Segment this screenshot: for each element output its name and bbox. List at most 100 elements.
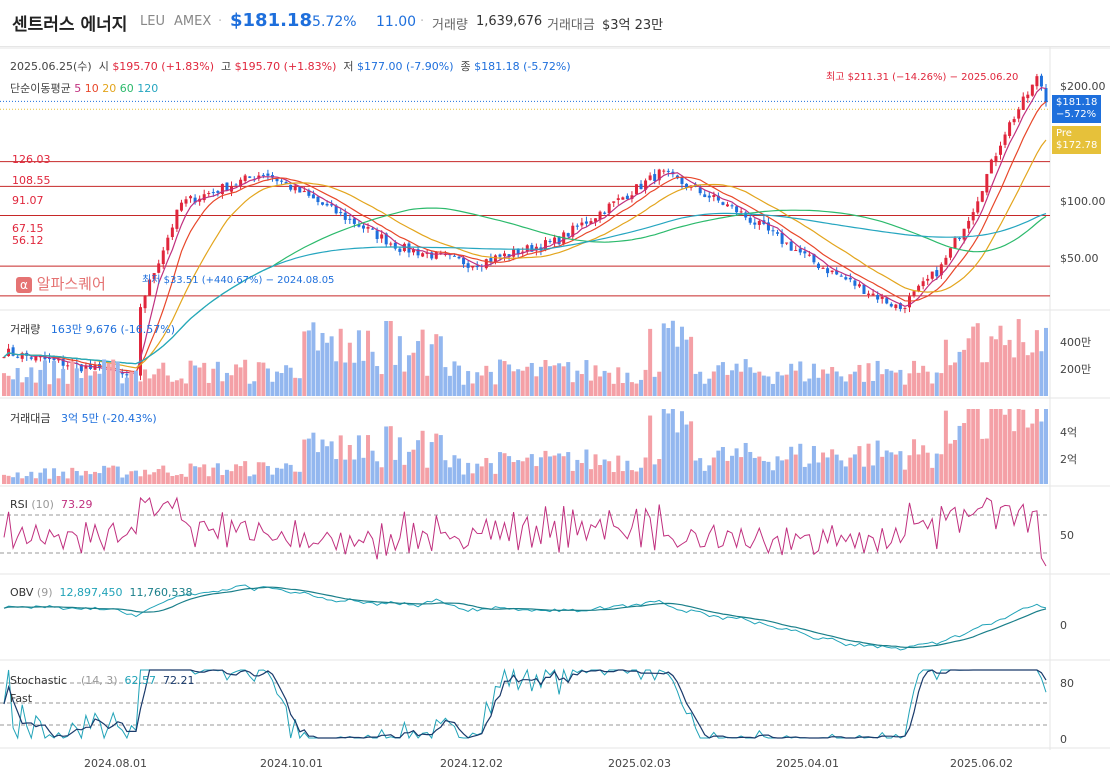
amount-bar <box>752 457 757 484</box>
volume-bar <box>543 359 548 396</box>
volume-bar <box>657 371 662 396</box>
stoch-k-value: 62.57 <box>124 674 157 687</box>
candle-body <box>853 280 857 286</box>
volume-bar <box>993 339 998 396</box>
amount-bar <box>79 475 84 484</box>
amount-bar <box>461 474 466 484</box>
amount-bar <box>265 466 270 484</box>
candle-body <box>316 196 320 203</box>
candle-body <box>498 254 502 257</box>
amount-bar <box>234 464 239 484</box>
amount-bar <box>502 453 507 484</box>
amount-bar <box>47 478 52 484</box>
volume-bar <box>329 336 334 396</box>
amount-bar <box>607 461 612 484</box>
candle-body <box>211 192 215 194</box>
premarket-tag: Pre $172.78 <box>1052 126 1102 154</box>
amount-bar <box>684 424 689 484</box>
volume-bar <box>975 323 980 396</box>
volume-bar <box>188 360 193 396</box>
volume-bar <box>898 369 903 396</box>
amount-bar <box>570 470 575 484</box>
candle-body <box>16 356 20 358</box>
amount-bar <box>861 466 866 484</box>
volume-bar <box>129 371 134 396</box>
volume-bar <box>684 339 689 396</box>
volume-bar <box>243 359 248 396</box>
amount-bar <box>434 433 439 484</box>
volume-pane-value: 163만 9,676 <box>50 323 117 336</box>
amount-bar <box>702 470 707 484</box>
volume-bar <box>334 361 339 396</box>
amount-bar <box>1039 421 1044 484</box>
volume-bar <box>279 373 284 396</box>
candle-body <box>302 191 306 193</box>
volume-bar <box>224 372 229 396</box>
candle-body <box>548 240 552 242</box>
volume-bar <box>42 360 47 396</box>
candle-body <box>757 221 761 225</box>
volume-bar <box>93 371 98 396</box>
volume-bar <box>798 361 803 396</box>
amount-bar <box>670 409 675 484</box>
amount-bar <box>252 474 257 484</box>
amount-bar <box>548 456 553 484</box>
amount-bar <box>120 477 125 484</box>
volume-bar <box>834 371 839 396</box>
volume-bar <box>734 363 739 396</box>
volume-bar <box>366 330 371 396</box>
volume-bar <box>15 368 20 396</box>
x-tick: 2025.06.02 <box>950 757 1013 770</box>
volume-bar <box>752 372 757 396</box>
amount-bar <box>930 467 935 484</box>
volume-bar <box>261 362 266 396</box>
amount-bar <box>493 473 498 484</box>
level-label: 108.55 <box>12 174 51 187</box>
candle-body <box>621 197 625 200</box>
candle-body <box>857 284 861 287</box>
amount-bar <box>798 443 803 484</box>
chart-canvas[interactable] <box>0 0 1110 778</box>
volume-bar <box>739 371 744 396</box>
volume-bar <box>934 372 939 396</box>
candle-body <box>375 230 379 239</box>
amount-bar <box>129 471 134 484</box>
candle-body <box>725 204 729 207</box>
amount-bar <box>907 455 912 484</box>
obv-param: (9) <box>36 586 53 599</box>
candle-body <box>603 212 607 214</box>
amount-pane-change: (-20.43%) <box>102 412 157 425</box>
amount-bar <box>584 449 589 484</box>
volume-bar <box>47 384 52 396</box>
amount-bar <box>229 471 234 484</box>
volume-bar <box>802 381 807 396</box>
candle-body <box>371 228 375 230</box>
stoch-pane-label: Stochastic (14, 3) 62.57 72.21 <box>10 674 195 687</box>
candle-body <box>739 211 743 213</box>
candle-body <box>821 267 825 269</box>
volume-bar <box>534 376 539 396</box>
volume-bar <box>111 359 116 396</box>
volume-bar <box>238 367 243 396</box>
amount-bar <box>611 472 616 484</box>
amount-bar <box>825 457 830 484</box>
volume-bar <box>356 330 361 396</box>
volume-bar <box>957 351 962 396</box>
volume-bar <box>620 382 625 396</box>
volume-bar <box>857 364 862 396</box>
volume-bar <box>807 378 812 396</box>
amount-bar <box>247 476 252 484</box>
amount-bar <box>912 439 917 484</box>
candle-body <box>280 180 284 182</box>
volume-bar <box>566 362 571 396</box>
volume-bar <box>634 383 639 396</box>
volume-bar <box>97 373 102 396</box>
volume-bar <box>79 378 84 396</box>
candle-body <box>903 307 907 309</box>
amount-bar <box>948 443 953 484</box>
amount-bar <box>711 457 716 484</box>
volume-title: 거래량 <box>10 323 41 336</box>
volume-bar <box>124 377 129 396</box>
candle-body <box>489 257 493 262</box>
amount-bar <box>770 470 775 484</box>
